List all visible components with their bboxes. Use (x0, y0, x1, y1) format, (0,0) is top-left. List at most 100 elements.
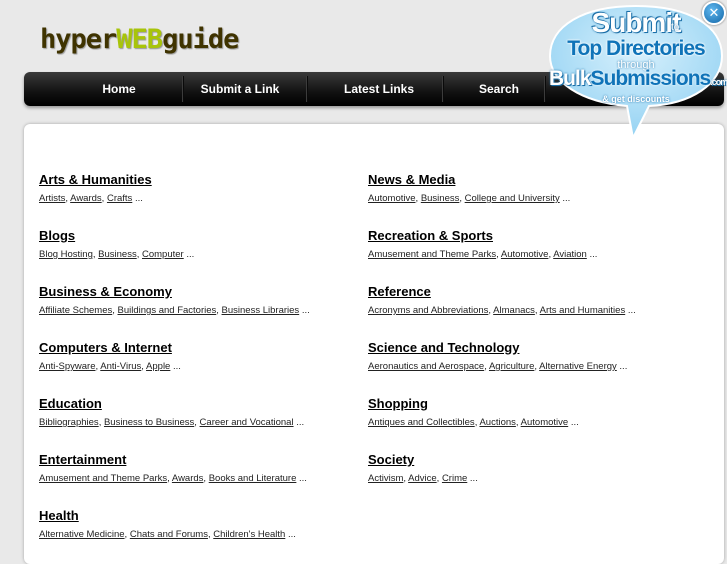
subcategory-link[interactable]: Arts and Humanities (540, 305, 626, 316)
category-block: Health Alternative Medicine, Chats and Fo… (39, 508, 369, 541)
subcategory-link[interactable]: Buildings and Factories (118, 305, 217, 316)
promo-bulk: Bulk (549, 67, 592, 90)
promo-top-directories: Top Directories (567, 37, 705, 60)
more-ellipsis: ... (173, 361, 181, 372)
subcategory-link[interactable]: Automotive (501, 249, 549, 260)
subcategory-link[interactable]: Children's Health (213, 529, 285, 540)
category-block: Business & Economy Affiliate Schemes, Bui… (39, 284, 369, 317)
subcategory-link[interactable]: Computer (142, 249, 184, 260)
nav-divider (544, 76, 546, 102)
nav-divider (306, 76, 308, 102)
subcategory-link[interactable]: College and University (465, 193, 560, 204)
subcategory-link[interactable]: Advice (408, 473, 437, 484)
logo-part-web: WEB (116, 24, 163, 55)
subcategory-link[interactable]: Anti-Spyware (39, 361, 96, 372)
subcategory-link[interactable]: Crime (442, 473, 467, 484)
subcategory-link[interactable]: Books and Literature (209, 473, 297, 484)
subcategory-link[interactable]: Awards (172, 473, 204, 484)
category-title-link[interactable]: Business & Economy (39, 284, 369, 300)
category-title-link[interactable]: Arts & Humanities (39, 172, 369, 188)
subcategory-link[interactable]: Activism (368, 473, 403, 484)
category-title-link[interactable]: Education (39, 396, 369, 412)
subcategory-link[interactable]: Business (98, 249, 137, 260)
subcategory-link[interactable]: Amusement and Theme Parks (39, 473, 167, 484)
category-title-link[interactable]: Reference (368, 284, 698, 300)
subcategory-link[interactable]: Antiques and Collectibles (368, 417, 475, 428)
subcategory-list: Activism, Advice, Crime ... (368, 473, 478, 484)
category-title-link[interactable]: Computers & Internet (39, 340, 369, 356)
more-ellipsis: ... (589, 249, 598, 260)
subcategory-link[interactable]: Agriculture (489, 361, 534, 372)
promo-submissions: Submissions (590, 67, 712, 90)
category-title-link[interactable]: News & Media (368, 172, 698, 188)
subcategory-list: Amusement and Theme Parks, Awards, Books… (39, 473, 307, 484)
subcategory-link[interactable]: Auctions (479, 417, 515, 428)
category-block: Entertainment Amusement and Theme Parks, … (39, 452, 369, 485)
subcategory-link[interactable]: Bibliographies (39, 417, 99, 428)
subcategory-list: Aeronautics and Aerospace, Agriculture, … (368, 361, 628, 372)
subcategory-link[interactable]: Aeronautics and Aerospace (368, 361, 484, 372)
subcategory-link[interactable]: Amusement and Theme Parks (368, 249, 496, 260)
subcategory-link[interactable]: Affiliate Schemes (39, 305, 112, 316)
subcategory-link[interactable]: Awards (70, 193, 102, 204)
subcategory-list: Automotive, Business, College and Univer… (368, 193, 571, 204)
category-title-link[interactable]: Recreation & Sports (368, 228, 698, 244)
subcategory-link[interactable]: Automotive (368, 193, 416, 204)
promo-dotcom: .com (710, 77, 727, 87)
more-ellipsis: ... (134, 193, 143, 204)
subcategory-list: Acronyms and Abbreviations, Almanacs, Ar… (368, 305, 636, 316)
nav-search[interactable]: Search (454, 72, 544, 106)
more-ellipsis: ... (287, 529, 296, 540)
more-ellipsis: ... (469, 473, 478, 484)
subcategory-list: Bibliographies, Business to Business, Ca… (39, 417, 305, 428)
subcategory-link[interactable]: Anti-Virus (100, 361, 141, 372)
subcategory-list: Artists, Awards, Crafts ... (39, 193, 143, 204)
category-block: Arts & Humanities Artists, Awards, Crafts… (39, 172, 369, 205)
category-block: Blogs Blog Hosting, Business, Computer ..… (39, 228, 369, 261)
category-title-link[interactable]: Health (39, 508, 369, 524)
subcategory-link[interactable]: Blog Hosting (39, 249, 93, 260)
category-title-link[interactable]: Shopping (368, 396, 698, 412)
subcategory-link[interactable]: Alternative Medicine (39, 529, 125, 540)
subcategory-link[interactable]: Almanacs (493, 305, 535, 316)
subcategory-list: Blog Hosting, Business, Computer ... (39, 249, 195, 260)
subcategory-link[interactable]: Business (421, 193, 460, 204)
more-ellipsis: ... (296, 417, 305, 428)
subcategory-link[interactable]: Business to Business (104, 417, 194, 428)
promo-submit: Submit (591, 7, 682, 38)
category-title-link[interactable]: Science and Technology (368, 340, 698, 356)
category-block: Reference Acronyms and Abbreviations, Alm… (368, 284, 698, 317)
subcategory-link[interactable]: Automotive (521, 417, 569, 428)
subcategory-link[interactable]: Chats and Forums (130, 529, 208, 540)
subcategory-link[interactable]: Career and Vocational (200, 417, 294, 428)
category-block: Recreation & Sports Amusement and Theme P… (368, 228, 698, 261)
nav-submit-link[interactable]: Submit a Link (184, 72, 296, 106)
more-ellipsis: ... (301, 305, 310, 316)
category-title-link[interactable]: Blogs (39, 228, 369, 244)
category-block: Education Bibliographies, Business to Bus… (39, 396, 369, 429)
subcategory-link[interactable]: Acronyms and Abbreviations (368, 305, 488, 316)
logo-part-hyper: hyper (40, 24, 117, 55)
nav-home[interactable]: Home (64, 72, 174, 106)
site-logo[interactable]: hyperWEBguide (40, 24, 239, 56)
subcategory-link[interactable]: Artists (39, 193, 65, 204)
subcategory-link[interactable]: Crafts (107, 193, 132, 204)
more-ellipsis: ... (562, 193, 571, 204)
category-title-link[interactable]: Society (368, 452, 698, 468)
category-title-link[interactable]: Entertainment (39, 452, 369, 468)
promo-to: to (671, 22, 680, 33)
subcategory-link[interactable]: Apple (146, 361, 170, 372)
category-directory: Arts & Humanities Artists, Awards, Crafts… (24, 124, 724, 564)
subcategory-link[interactable]: Aviation (553, 249, 587, 260)
close-promo-icon[interactable]: ✕ (702, 1, 726, 25)
more-ellipsis: ... (627, 305, 636, 316)
logo-part-guide: guide (162, 24, 239, 55)
category-block: Computers & Internet Anti-Spyware, Anti-V… (39, 340, 369, 373)
subcategory-link[interactable]: Alternative Energy (539, 361, 617, 372)
subcategory-link[interactable]: Business Libraries (222, 305, 300, 316)
category-block: Shopping Antiques and Collectibles, Aucti… (368, 396, 698, 429)
nav-latest-links[interactable]: Latest Links (314, 72, 444, 106)
category-block: Society Activism, Advice, Crime ... (368, 452, 698, 485)
bulk-submissions-promo[interactable]: Submit to Top Directories through BulkSu… (549, 4, 727, 142)
subcategory-list: Affiliate Schemes, Buildings and Factori… (39, 305, 310, 316)
